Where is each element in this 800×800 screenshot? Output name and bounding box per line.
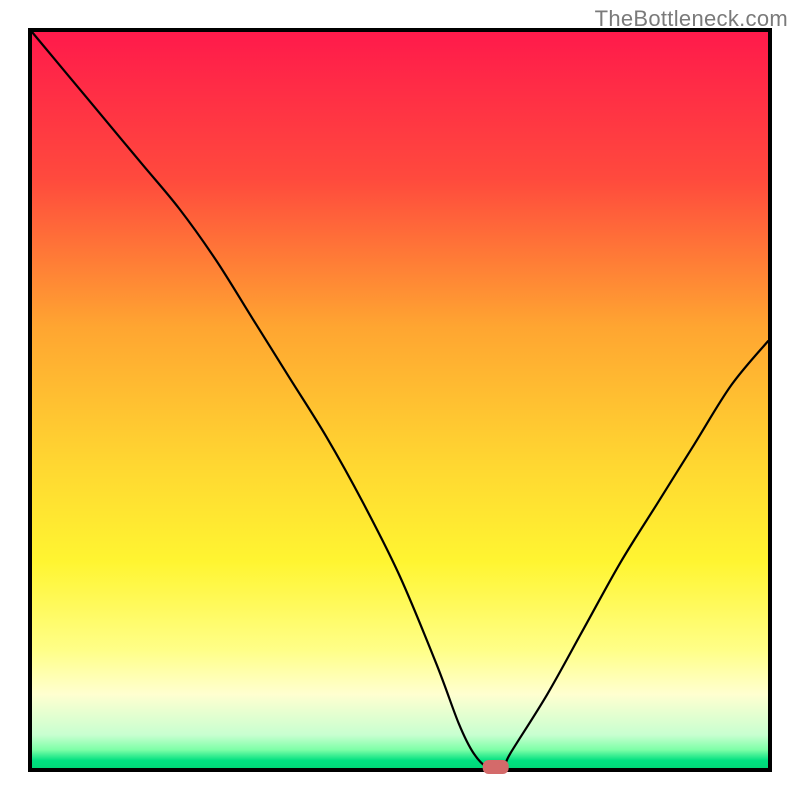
- bottleneck-chart: [0, 0, 800, 800]
- chart-container: TheBottleneck.com: [0, 0, 800, 800]
- plot-background: [32, 32, 768, 768]
- watermark-text: TheBottleneck.com: [595, 6, 788, 32]
- minimum-marker: [483, 760, 509, 774]
